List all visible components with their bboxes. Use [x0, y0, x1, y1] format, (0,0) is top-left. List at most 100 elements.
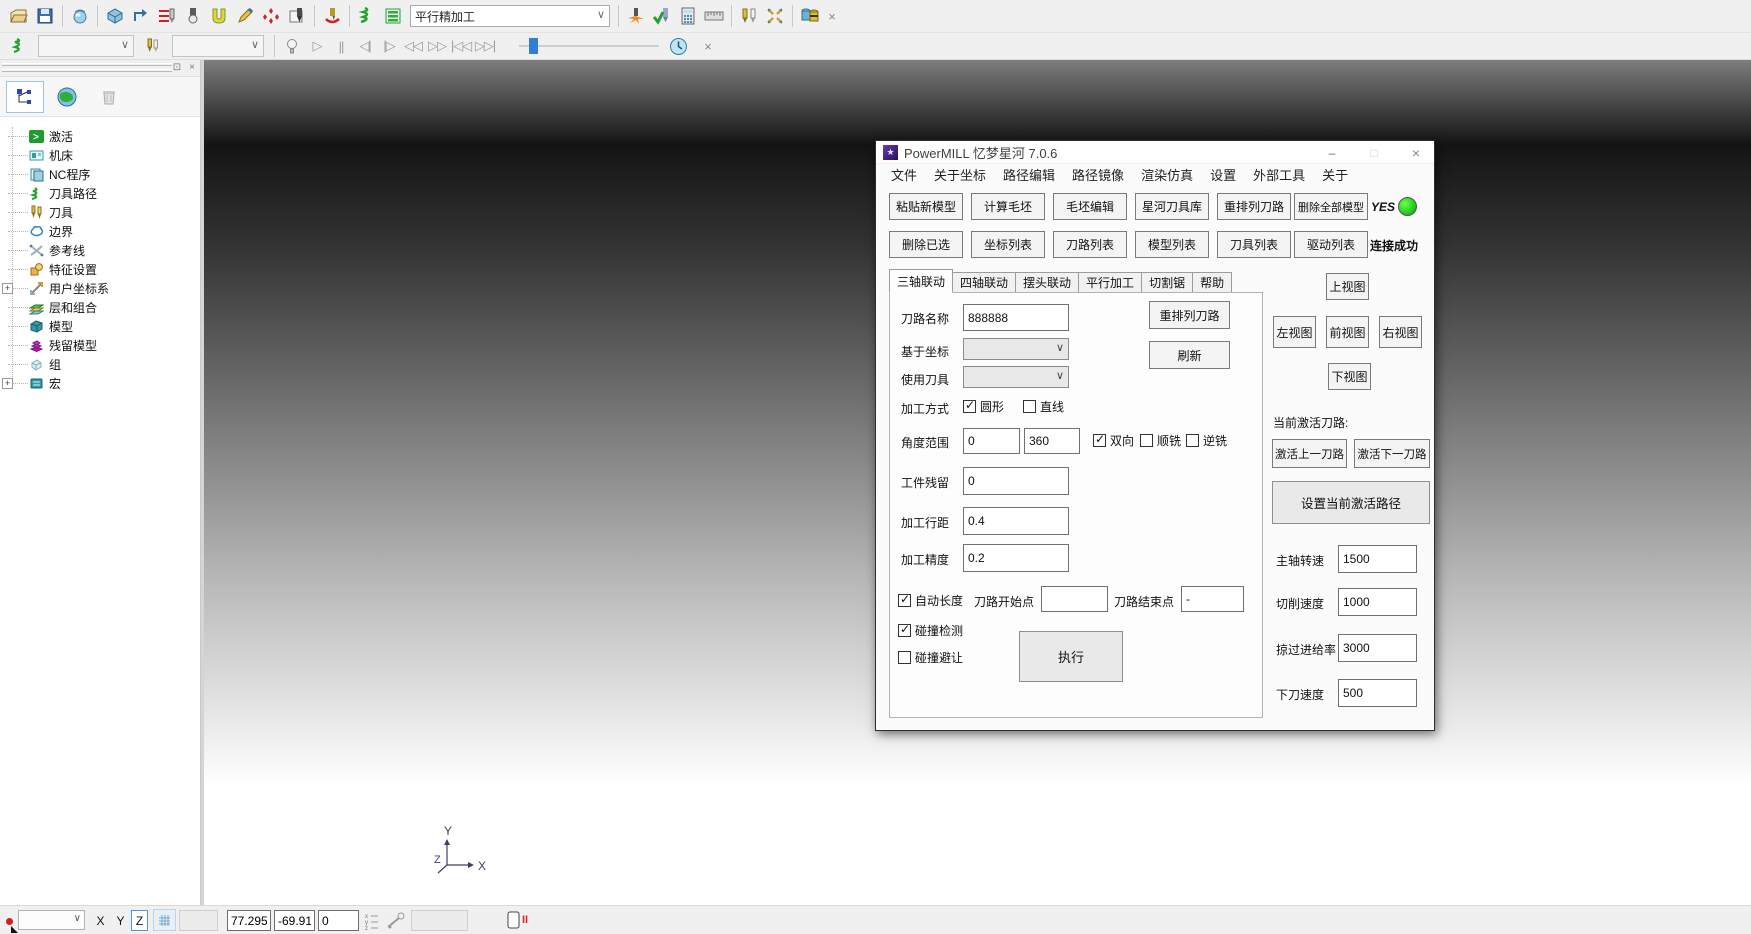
tab-swivel[interactable]: 摆头联动 — [1016, 272, 1079, 293]
tab-parallel[interactable]: 平行加工 — [1079, 272, 1142, 293]
step-back-button[interactable]: ◁| — [353, 35, 377, 57]
go-to-start-button[interactable]: |◁◁ — [449, 35, 473, 57]
tree-item-machine[interactable]: 机床 — [0, 146, 73, 165]
menu-external-tools[interactable]: 外部工具 — [1253, 165, 1305, 184]
bidirectional-checkbox[interactable]: 双向 — [1093, 432, 1134, 449]
tree-item-feature-sets[interactable]: 特征设置 — [0, 260, 97, 279]
tree-item-reference-lines[interactable]: 参考线 — [0, 241, 85, 260]
tree-item-activate[interactable]: > 激活 — [0, 127, 73, 146]
grid-snap-icon[interactable] — [153, 909, 176, 931]
pause-queue-icon[interactable]: II — [507, 911, 528, 929]
pattern-points-icon[interactable] — [258, 3, 284, 29]
tree-item-levels-sets[interactable]: 层和组合 — [0, 298, 97, 317]
cross-move-icon[interactable] — [762, 3, 788, 29]
coordinate-z-field[interactable] — [318, 910, 359, 931]
stock-edit-button[interactable]: 毛坯编辑 — [1053, 193, 1127, 220]
drafting-icon[interactable] — [232, 3, 258, 29]
menu-path-edit[interactable]: 路径编辑 — [1003, 165, 1055, 184]
coord-base-combobox[interactable] — [963, 338, 1069, 360]
calculator-icon[interactable] — [675, 3, 701, 29]
view-top-button[interactable]: 上视图 — [1326, 273, 1369, 300]
active-strategy-combobox[interactable]: 平行精加工 — [410, 5, 610, 27]
dock-window-icon[interactable]: ⊡ — [171, 61, 183, 73]
set-active-path-button[interactable]: 设置当前激活路径 — [1272, 481, 1430, 524]
holder-icon[interactable] — [206, 3, 232, 29]
view-front-button[interactable]: 前视图 — [1326, 316, 1369, 348]
climb-mill-checkbox[interactable]: 顺铣 — [1140, 432, 1181, 449]
axis-y-button[interactable]: Y — [112, 910, 129, 931]
tree-item-stock-models[interactable]: 残留模型 — [0, 336, 97, 355]
menu-about-coords[interactable]: 关于坐标 — [934, 165, 986, 184]
use-tool-combobox[interactable] — [963, 366, 1069, 388]
activate-prev-button[interactable]: 激活上一刀路 — [1272, 439, 1347, 468]
slider-handle[interactable] — [529, 38, 538, 54]
axis-z-button[interactable]: Z — [131, 910, 148, 931]
calc-stock-button[interactable]: 计算毛坯 — [971, 193, 1045, 220]
plunge-speed-input[interactable] — [1338, 679, 1417, 707]
collision-check-checkbox[interactable]: 碰撞检测 — [898, 622, 963, 639]
verify-tool-icon[interactable] — [649, 3, 675, 29]
collision-avoid-checkbox[interactable]: 碰撞避让 — [898, 649, 963, 666]
tree-item-groups[interactable]: 组 — [0, 355, 61, 374]
trash-icon[interactable] — [90, 81, 128, 113]
menu-about[interactable]: 关于 — [1322, 165, 1348, 184]
spark-tool-icon[interactable] — [623, 3, 649, 29]
pause-button[interactable]: || — [329, 35, 353, 57]
delete-selected-button[interactable]: 删除已选 — [889, 231, 963, 258]
view-bottom-button[interactable]: 下视图 — [1328, 363, 1371, 390]
activate-next-button[interactable]: 激活下一刀路 — [1354, 439, 1430, 468]
angle-from-input[interactable] — [963, 428, 1020, 454]
light-bulb-icon[interactable] — [279, 33, 305, 59]
step-forward-button[interactable]: |▷ — [377, 35, 401, 57]
tab-4axis[interactable]: 四轴联动 — [953, 272, 1016, 293]
refresh-button[interactable]: 刷新 — [1149, 341, 1230, 369]
spindle-speed-input[interactable] — [1338, 545, 1417, 573]
model-list-button[interactable]: 模型列表 — [1135, 231, 1209, 258]
toolpath-list-button[interactable]: 刀路列表 — [1053, 231, 1127, 258]
drive-list-button[interactable]: 驱动列表 — [1294, 231, 1368, 258]
rewind-button[interactable]: ◁◁ — [401, 35, 425, 57]
tolerance-input[interactable] — [963, 544, 1069, 572]
tree-item-boundaries[interactable]: 边界 — [0, 222, 73, 241]
toolbar-close-icon[interactable] — [699, 37, 717, 55]
collision-check-icon[interactable] — [154, 3, 180, 29]
execute-button[interactable]: 执行 — [1019, 631, 1123, 682]
axis-x-button[interactable]: X — [92, 910, 109, 931]
mode-circle-checkbox[interactable]: 圆形 — [963, 398, 1004, 415]
paste-model-button[interactable]: 粘贴新模型 — [889, 193, 963, 220]
toolbar-close-icon[interactable] — [823, 7, 841, 25]
tab-3axis[interactable]: 三轴联动 — [889, 269, 953, 293]
panel-splitter[interactable] — [201, 60, 204, 905]
tree-item-macros[interactable]: 宏 — [0, 374, 61, 393]
tree-view-icon[interactable] — [6, 81, 44, 113]
view-right-button[interactable]: 右视图 — [1379, 316, 1422, 348]
toolpath-connect-icon[interactable] — [128, 3, 154, 29]
save-project-icon[interactable] — [32, 3, 58, 29]
close-icon[interactable] — [1408, 145, 1424, 161]
minimize-icon[interactable] — [1324, 145, 1340, 161]
go-to-end-button[interactable]: ▷▷| — [473, 35, 497, 57]
tree-item-workplanes[interactable]: 用户坐标系 — [0, 279, 109, 298]
rapid-feed-input[interactable] — [1338, 634, 1417, 662]
shaded-view-icon[interactable] — [67, 3, 93, 29]
conventional-mill-checkbox[interactable]: 逆铣 — [1186, 432, 1227, 449]
menu-file[interactable]: 文件 — [891, 165, 917, 184]
strategy-list-icon[interactable] — [380, 3, 406, 29]
maximize-icon[interactable] — [1366, 145, 1382, 161]
sim-toolpath-combobox[interactable] — [38, 35, 134, 57]
coord-list-button[interactable]: 坐标列表 — [971, 231, 1045, 258]
tree-item-tools[interactable]: 刀具 — [0, 203, 73, 222]
tool-pair-icon[interactable] — [736, 3, 762, 29]
corner-grip-icon[interactable] — [11, 926, 18, 933]
open-project-icon[interactable] — [6, 3, 32, 29]
sim-speed-slider[interactable] — [519, 35, 659, 57]
auto-length-checkbox[interactable]: 自动长度 — [898, 592, 963, 609]
menu-settings[interactable]: 设置 — [1210, 165, 1236, 184]
stepover-input[interactable] — [963, 507, 1069, 535]
ruler-icon[interactable] — [701, 3, 727, 29]
view-left-button[interactable]: 左视图 — [1273, 316, 1316, 348]
panel-close-icon[interactable]: × — [186, 61, 198, 73]
dialog-titlebar[interactable]: PowerMILL 忆梦星河 7.0.6 — [876, 141, 1434, 164]
toolpath-spring-icon[interactable] — [354, 3, 380, 29]
tool-arc-icon[interactable] — [319, 3, 345, 29]
